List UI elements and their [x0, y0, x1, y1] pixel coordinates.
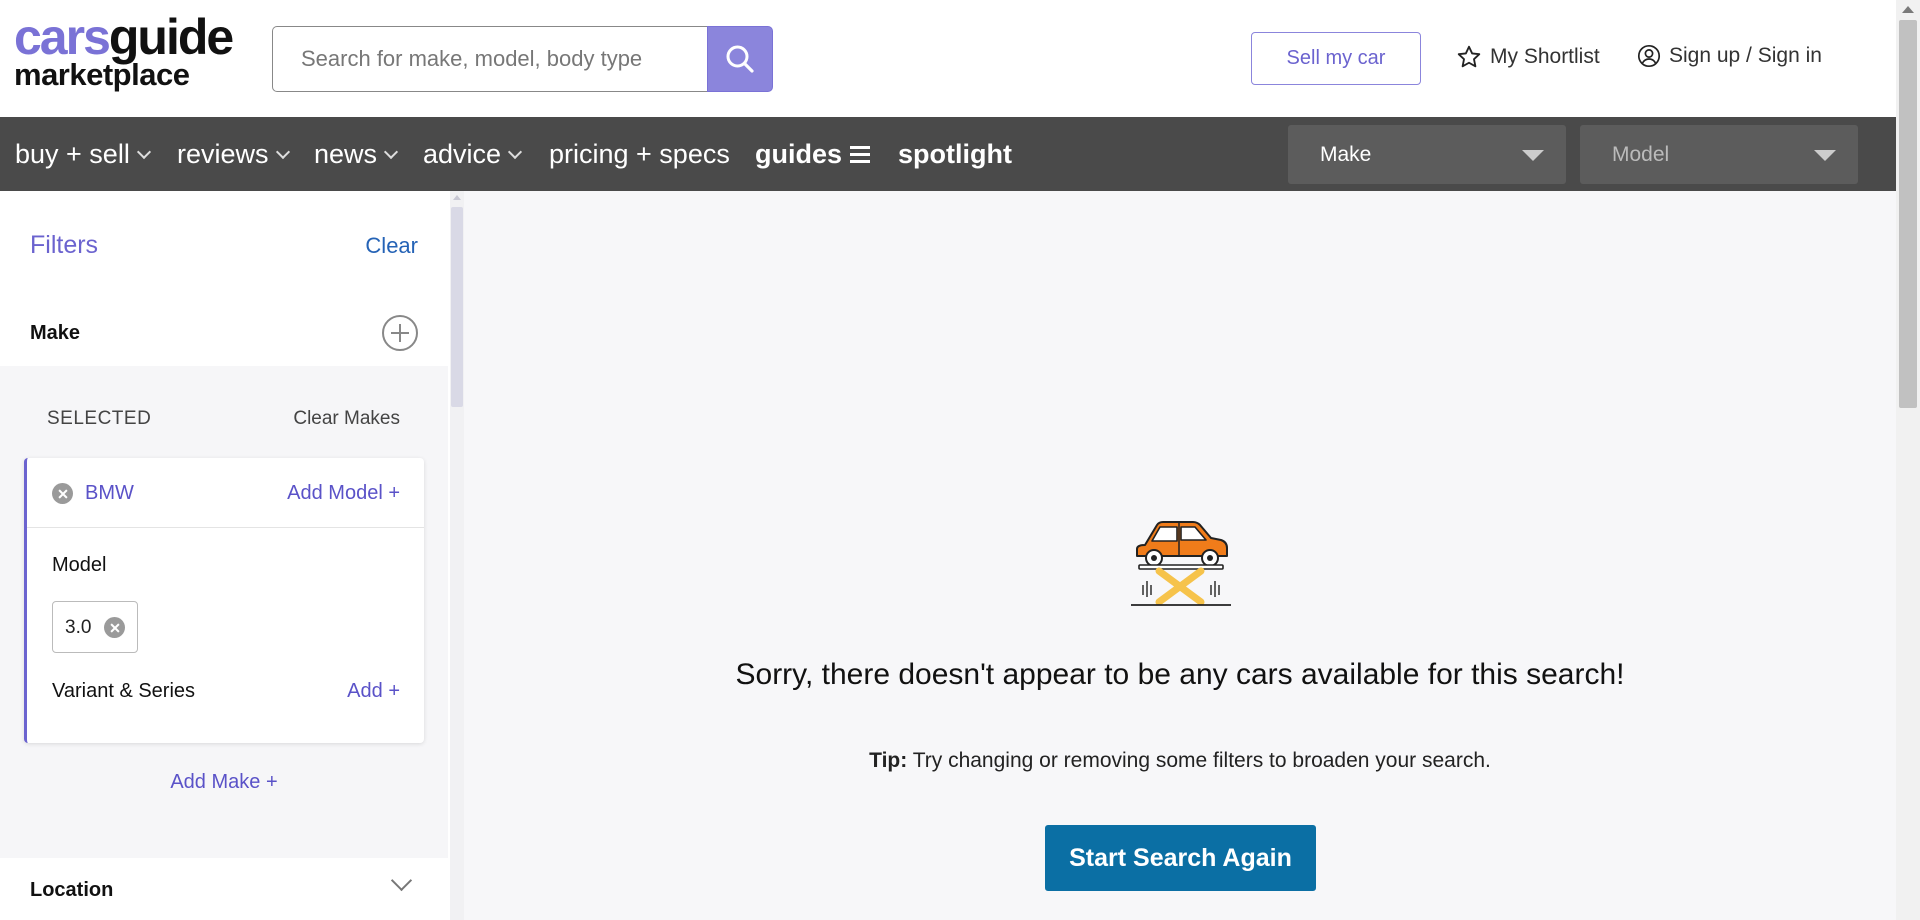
nav-spotlight-label: spotlight — [898, 138, 1012, 169]
nav-news[interactable]: news — [314, 117, 399, 191]
tip-body: Try changing or removing some filters to… — [907, 749, 1491, 772]
tip-label: Tip: — [869, 749, 908, 772]
remove-model-icon[interactable] — [104, 617, 125, 638]
menu-icon — [850, 145, 871, 163]
search-button[interactable] — [707, 26, 773, 92]
nav-pricing-specs-label: pricing + specs — [549, 138, 730, 169]
page-scrollbar[interactable] — [1896, 0, 1920, 920]
chevron-down-icon — [383, 144, 399, 159]
nav-reviews[interactable]: reviews — [177, 117, 290, 191]
nav-pricing-specs[interactable]: pricing + specs — [549, 117, 730, 191]
variant-series-label: Variant & Series — [52, 680, 196, 702]
my-shortlist-label: My Shortlist — [1490, 45, 1600, 68]
add-variant-link[interactable]: Add + — [347, 680, 400, 703]
model-chip-label: 3.0 — [65, 617, 92, 638]
nav-reviews-label: reviews — [177, 138, 269, 169]
header-search — [272, 26, 773, 92]
filters-sidebar: Filters Clear Make SELECTED Clear Makes … — [0, 191, 448, 920]
selected-label: SELECTED — [47, 408, 152, 429]
make-select[interactable]: Make — [1288, 125, 1566, 184]
sign-in-link[interactable]: Sign up / Sign in — [1637, 44, 1822, 68]
site-header: carsguide marketplace Sell my car My Sho… — [0, 0, 1896, 117]
car-on-lift-icon — [1131, 521, 1231, 606]
start-search-again-button[interactable]: Start Search Again — [1045, 825, 1316, 891]
clear-filters-link[interactable]: Clear — [365, 233, 418, 259]
selected-make-card: BMW Add Model + Model 3.0 Variant & Seri… — [24, 458, 424, 743]
nav-spotlight[interactable]: spotlight — [898, 117, 1012, 191]
carsguide-logo[interactable]: carsguide marketplace — [14, 12, 234, 90]
filters-title: Filters — [30, 231, 99, 259]
nav-advice[interactable]: advice — [423, 117, 523, 191]
chevron-down-icon — [275, 144, 290, 159]
nav-guides[interactable]: guides — [755, 117, 871, 191]
nav-guides-label: guides — [755, 138, 843, 169]
chevron-down-icon — [136, 144, 151, 159]
sign-in-label: Sign up / Sign in — [1669, 44, 1822, 67]
location-filter-label[interactable]: Location — [30, 879, 113, 902]
scroll-up-arrow-icon[interactable] — [1902, 6, 1914, 13]
nav-advice-label: advice — [423, 138, 502, 169]
scroll-up-arrow-icon[interactable] — [453, 195, 461, 200]
model-select[interactable]: Model — [1580, 125, 1858, 184]
nav-buy-sell[interactable]: buy + sell — [15, 117, 151, 191]
selected-make-name: BMW — [85, 482, 134, 504]
clear-makes-link[interactable]: Clear Makes — [293, 408, 400, 430]
dropdown-arrow-icon — [1522, 150, 1544, 161]
dropdown-arrow-icon — [1814, 150, 1836, 161]
model-section-title: Model — [52, 554, 107, 576]
nav-buy-sell-label: buy + sell — [15, 138, 130, 169]
search-input[interactable] — [272, 26, 707, 92]
sidebar-scroll-thumb[interactable] — [451, 207, 463, 407]
page-scroll-thumb[interactable] — [1899, 20, 1917, 408]
no-results-message: Sorry, there doesn't appear to be any ca… — [735, 658, 1625, 691]
add-circle-icon[interactable] — [382, 315, 418, 351]
main-nav: buy + sell reviews news advice pricing +… — [0, 117, 1896, 191]
my-shortlist-link[interactable]: My Shortlist — [1456, 44, 1600, 70]
make-card-header: BMW Add Model + — [27, 458, 424, 528]
remove-make-icon[interactable] — [52, 483, 73, 504]
chevron-down-icon — [507, 144, 523, 159]
sidebar-scrollbar[interactable] — [450, 191, 464, 920]
results-area: Sorry, there doesn't appear to be any ca… — [464, 191, 1896, 920]
tip-text: Tip: Try changing or removing some filte… — [464, 749, 1896, 773]
model-chip: 3.0 — [52, 601, 138, 653]
model-select-value: Model — [1612, 142, 1670, 166]
star-icon — [1457, 45, 1481, 68]
nav-news-label: news — [314, 138, 378, 169]
search-icon — [726, 45, 754, 73]
add-model-link[interactable]: Add Model + — [287, 482, 400, 505]
user-icon — [1637, 44, 1661, 68]
sell-my-car-button[interactable]: Sell my car — [1251, 32, 1421, 85]
add-make-link[interactable]: Add Make + — [0, 771, 448, 794]
make-select-value: Make — [1320, 142, 1372, 166]
make-filter-label: Make — [30, 322, 81, 344]
